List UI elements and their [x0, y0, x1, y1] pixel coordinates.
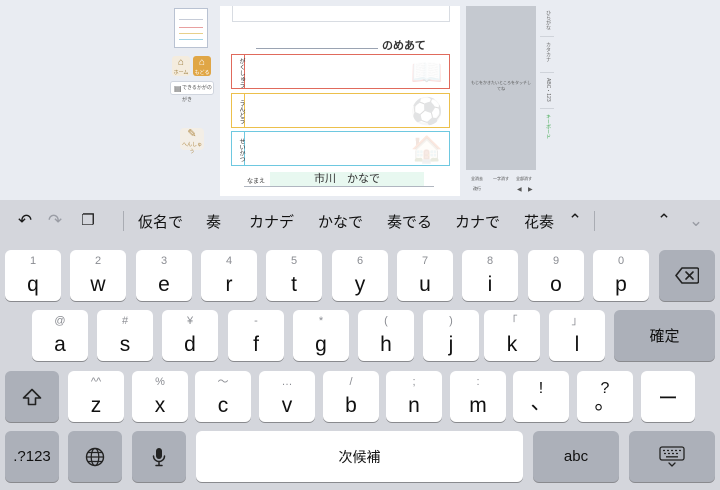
- goal-label: がくしゅう: [232, 55, 245, 88]
- ipad-screen: ⌂ ホーム ⌂ もどる ▤ できるかがのがき ✎ へんしゅう のめあて がくしゅ…: [0, 0, 720, 490]
- key-n[interactable]: ; n: [386, 371, 442, 422]
- delete-char-button[interactable]: 一字消す: [490, 176, 512, 182]
- pad-hint: もじをかきたいところをタッチしてね: [471, 80, 531, 91]
- key-f[interactable]: - f: [228, 310, 284, 361]
- goal-box-life[interactable]: せいかつ 🏠: [231, 131, 450, 166]
- goal-label: せいかつ: [232, 132, 245, 165]
- redo-icon[interactable]: ↷: [44, 210, 66, 232]
- candidate[interactable]: 奏でる: [387, 211, 432, 232]
- keyboard-suggestion-bar: ↶ ↷ ❐ 仮名で 奏 カナデ かなで 奏でる カナで 花奏 ⌃ ⌃ ⌄: [0, 200, 720, 242]
- key-s[interactable]: # s: [97, 310, 153, 361]
- key-z[interactable]: ^^ z: [68, 371, 124, 422]
- key-p[interactable]: 0 p: [593, 250, 649, 301]
- key-m[interactable]: : m: [450, 371, 506, 422]
- key-u[interactable]: 7 u: [397, 250, 453, 301]
- abc-key[interactable]: abc: [533, 431, 619, 482]
- goal-label: うんどう: [232, 94, 245, 127]
- key-e[interactable]: 3 e: [136, 250, 192, 301]
- title-input-line[interactable]: [256, 48, 378, 49]
- candidate[interactable]: 仮名で: [138, 211, 183, 232]
- home-tool-button[interactable]: ⌂ ホーム: [172, 56, 190, 76]
- key-q[interactable]: 1 q: [5, 250, 61, 301]
- edit-tool-button[interactable]: ✎ へんしゅう: [180, 128, 204, 155]
- edit-icon: ✎: [187, 128, 197, 140]
- keyboard-hide-icon: [629, 431, 715, 482]
- microphone-icon: [132, 431, 186, 482]
- key-long-dash[interactable]: ー: [641, 371, 695, 422]
- worksheet: のめあて がくしゅう 📖 うんどう ⚽ せいかつ 🏠 なまえ 市川 かなで: [220, 6, 460, 196]
- key-period-question[interactable]: ? 。: [577, 371, 633, 422]
- return-tool-button[interactable]: ⌂ もどる: [193, 56, 211, 76]
- title-suffix: のめあて: [382, 40, 426, 52]
- globe-icon: [68, 431, 122, 482]
- key-d[interactable]: ¥ d: [162, 310, 218, 361]
- app-workspace: ⌂ ホーム ⌂ もどる ▤ できるかがのがき ✎ へんしゅう のめあて がくしゅ…: [0, 0, 720, 200]
- key-o[interactable]: 9 o: [528, 250, 584, 301]
- space-next-candidate-key[interactable]: 次候補: [196, 431, 523, 482]
- key-i[interactable]: 8 i: [462, 250, 518, 301]
- numbers-key[interactable]: .?123: [5, 431, 59, 482]
- paste-icon[interactable]: ❐: [77, 210, 99, 232]
- delete-all-button[interactable]: 全部消す: [513, 176, 535, 182]
- candidate[interactable]: カナデ: [249, 211, 294, 232]
- key-b[interactable]: / b: [323, 371, 379, 422]
- clear-all-button[interactable]: 全消去: [466, 176, 488, 182]
- candidate[interactable]: カナで: [455, 211, 500, 232]
- key-r[interactable]: 4 r: [201, 250, 257, 301]
- key-a[interactable]: @ a: [32, 310, 88, 361]
- confirm-key[interactable]: 確定: [614, 310, 715, 361]
- handwriting-pad[interactable]: もじをかきたいところをタッチしてね: [466, 6, 536, 170]
- key-k[interactable]: 「 k: [484, 310, 540, 361]
- hide-keyboard-key[interactable]: [629, 431, 715, 482]
- globe-key[interactable]: [68, 431, 122, 482]
- header-box: [232, 6, 450, 22]
- key-l[interactable]: 」 l: [549, 310, 605, 361]
- tab-alphanumeric[interactable]: ABC・123: [542, 78, 552, 102]
- page-thumbnail[interactable]: [174, 8, 208, 48]
- home-icon: ⌂: [177, 57, 185, 68]
- newline-button[interactable]: 改行: [466, 186, 488, 192]
- key-comma-exclaim[interactable]: ! 、: [513, 371, 569, 422]
- candidate[interactable]: 奏: [206, 211, 221, 232]
- candidate[interactable]: かなで: [318, 211, 363, 232]
- key-v[interactable]: … v: [259, 371, 315, 422]
- candidate[interactable]: 花奏: [524, 211, 554, 232]
- return-icon: ⌂: [198, 57, 206, 68]
- arrow-right-icon[interactable]: ▶: [528, 186, 533, 193]
- arrow-left-icon[interactable]: ◀: [517, 186, 522, 193]
- undo-icon[interactable]: ↶: [14, 210, 36, 232]
- previous-field-chevron-up-icon[interactable]: ⌃: [653, 210, 675, 232]
- book-icon: 📖: [410, 57, 443, 87]
- tab-keyboard[interactable]: キーボード: [542, 114, 552, 139]
- goal-box-study[interactable]: がくしゅう 📖: [231, 54, 450, 89]
- shift-icon: [5, 371, 59, 422]
- tab-hiragana[interactable]: ひらがな: [542, 10, 552, 30]
- house-icon: 🏠: [410, 134, 443, 164]
- document-icon: ▤: [174, 84, 182, 93]
- key-j[interactable]: ) j: [423, 310, 479, 361]
- key-h[interactable]: ( h: [358, 310, 414, 361]
- next-field-chevron-down-icon[interactable]: ⌄: [685, 210, 707, 232]
- name-label: なまえ: [247, 179, 266, 185]
- name-underline: [244, 186, 434, 187]
- software-keyboard: 1 q 2 w 3 e 4 r 5 t 6 y 7 u 8 i 9 o 0 p …: [0, 242, 720, 490]
- goal-box-sport[interactable]: うんどう ⚽: [231, 93, 450, 128]
- key-g[interactable]: * g: [293, 310, 349, 361]
- wide-tool-button[interactable]: ▤ できるかがのがき: [170, 81, 214, 103]
- key-y[interactable]: 6 y: [332, 250, 388, 301]
- backspace-icon: [659, 250, 715, 301]
- backspace-key[interactable]: [659, 250, 715, 301]
- input-mode-tabs: ひらがな カタカナ ABC・123 キーボード: [540, 6, 554, 156]
- shift-key[interactable]: [5, 371, 59, 422]
- key-w[interactable]: 2 w: [70, 250, 126, 301]
- tab-katakana[interactable]: カタカナ: [542, 42, 552, 62]
- dictation-key[interactable]: [132, 431, 186, 482]
- chevron-up-icon[interactable]: ⌃: [564, 210, 586, 232]
- key-c[interactable]: 〜 c: [195, 371, 251, 422]
- key-x[interactable]: % x: [132, 371, 188, 422]
- name-field[interactable]: 市川 かなで: [270, 172, 424, 186]
- ball-icon: ⚽: [410, 96, 443, 126]
- key-t[interactable]: 5 t: [266, 250, 322, 301]
